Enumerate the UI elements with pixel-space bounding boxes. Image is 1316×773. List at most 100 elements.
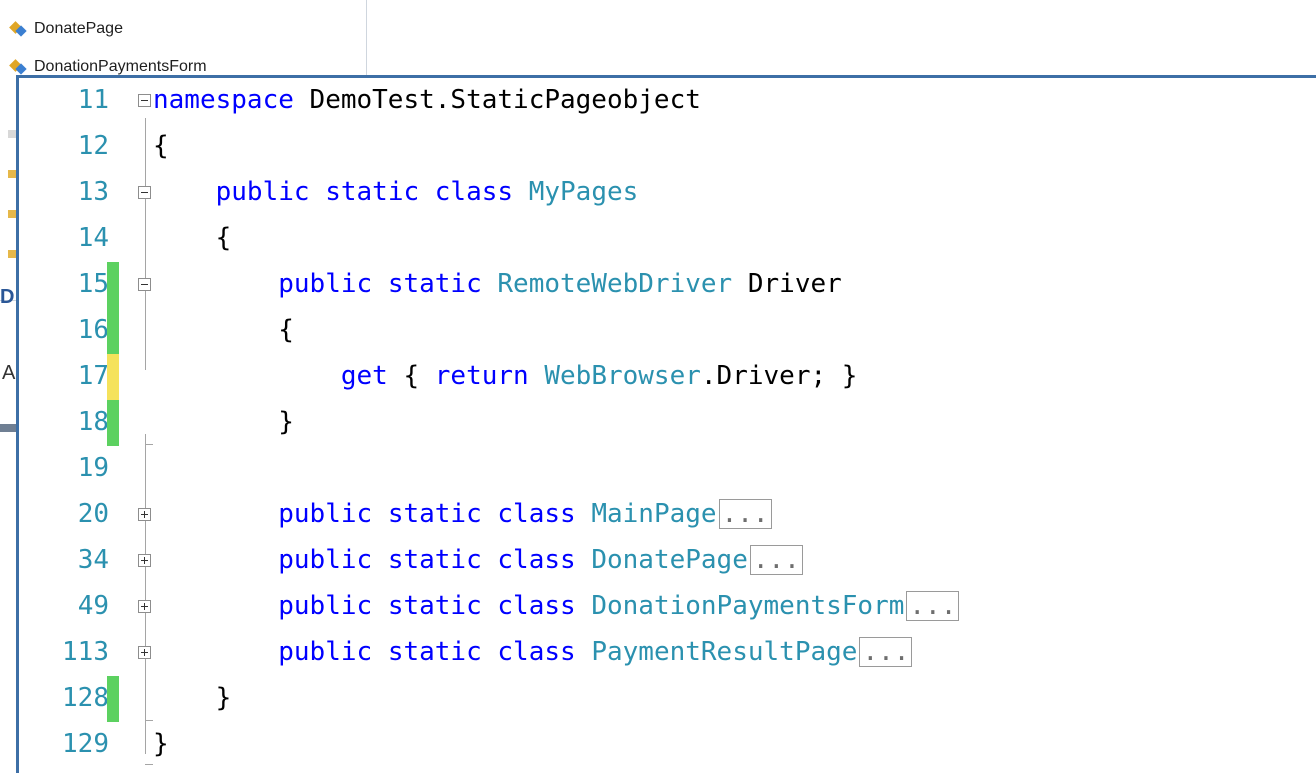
code-token: } [153, 407, 294, 437]
collapse-icon[interactable] [138, 278, 151, 291]
code-token: class [497, 637, 576, 667]
expand-icon[interactable] [138, 508, 151, 521]
code-line[interactable]: 128 } [19, 676, 1316, 722]
code-token: DemoTest.StaticPageobject [293, 85, 701, 115]
code-line[interactable]: 34 public static class DonatePage... [19, 538, 1316, 584]
collapsed-region-button[interactable]: ... [749, 545, 803, 575]
tree-item-donate-page[interactable]: DonatePage [9, 18, 123, 40]
code-token: static [325, 177, 420, 207]
code-line[interactable]: 12 { [19, 124, 1316, 170]
code-text: public static RemoteWebDriver Driver [153, 267, 842, 301]
code-line[interactable]: 113 public static class PaymentResultPag… [19, 630, 1316, 676]
code-token: namespace [153, 85, 294, 115]
code-token: PaymentResultPage [591, 637, 858, 667]
code-token: class [434, 177, 514, 207]
class-icon [9, 58, 28, 76]
code-token: public [278, 591, 373, 621]
code-text: } [153, 405, 294, 439]
collapse-icon[interactable] [138, 94, 151, 107]
expand-icon[interactable] [138, 646, 151, 659]
code-token: get [340, 361, 388, 391]
partial-heading-link[interactable]: D [0, 286, 14, 309]
code-token: RemoteWebDriver [497, 269, 733, 299]
code-line[interactable]: 129} [19, 722, 1316, 768]
code-token: static [387, 545, 482, 575]
code-text: public static class MainPage... [153, 497, 772, 531]
code-line[interactable]: 19 [19, 446, 1316, 492]
line-number: 128 [62, 683, 109, 713]
code-line[interactable]: 49 public static class DonationPaymentsF… [19, 584, 1316, 630]
code-token: public [215, 177, 310, 207]
code-token: public [278, 499, 373, 529]
expand-icon[interactable] [138, 600, 151, 613]
code-line[interactable]: 14 { [19, 216, 1316, 262]
code-token: public [278, 269, 373, 299]
code-token: DonatePage [591, 545, 748, 575]
line-number: 129 [62, 729, 109, 759]
code-text: { [153, 221, 232, 255]
code-line[interactable]: 20 public static class MainPage... [19, 492, 1316, 538]
code-token: MyPages [528, 177, 639, 207]
code-token: public [278, 637, 373, 667]
saved-change-marker [107, 262, 119, 308]
line-number: 12 [77, 131, 109, 161]
code-token: } [153, 729, 169, 759]
code-line[interactable]: 17 get { return WebBrowser.Driver; } [19, 354, 1316, 400]
code-token: Driver [732, 269, 842, 299]
code-line[interactable]: 16 { [19, 308, 1316, 354]
saved-change-marker [107, 400, 119, 446]
code-token: DonationPaymentsForm [591, 591, 905, 621]
collapsed-region-button[interactable]: ... [906, 591, 960, 621]
code-token: public [278, 545, 373, 575]
code-token: class [497, 499, 576, 529]
code-text: namespace DemoTest.StaticPageobject [153, 83, 701, 117]
code-token: WebBrowser [544, 361, 701, 391]
code-text: { [153, 313, 294, 347]
line-number: 19 [77, 453, 109, 483]
line-number: 34 [77, 545, 109, 575]
collapse-icon[interactable] [138, 186, 151, 199]
line-number: 49 [77, 591, 109, 621]
class-icon [9, 20, 28, 38]
tree-item-label: DonationPaymentsForm [34, 58, 207, 75]
code-token: { [153, 315, 294, 345]
collapsed-region-button[interactable]: ... [718, 499, 772, 529]
code-text: get { return WebBrowser.Driver; } [153, 359, 858, 393]
code-line[interactable]: 11 namespace DemoTest.StaticPageobject [19, 78, 1316, 124]
code-line[interactable]: 18 } [19, 400, 1316, 446]
line-number: 17 [77, 361, 109, 391]
code-token: static [387, 637, 482, 667]
code-line[interactable]: 15 public static RemoteWebDriver Driver [19, 262, 1316, 308]
line-number: 16 [77, 315, 109, 345]
code-line[interactable]: 13 public static class MyPages [19, 170, 1316, 216]
line-number: 15 [77, 269, 109, 299]
collapsed-region-button[interactable]: ... [859, 637, 913, 667]
partial-text: A [2, 362, 16, 384]
code-text: { [153, 129, 169, 163]
code-token: class [497, 591, 576, 621]
code-token: { [153, 131, 169, 161]
code-token: static [387, 591, 482, 621]
code-token: return [434, 361, 529, 391]
code-editor[interactable]: 11 namespace DemoTest.StaticPageobject 12 {… [16, 75, 1316, 773]
expand-icon[interactable] [138, 554, 151, 567]
line-number: 20 [77, 499, 109, 529]
